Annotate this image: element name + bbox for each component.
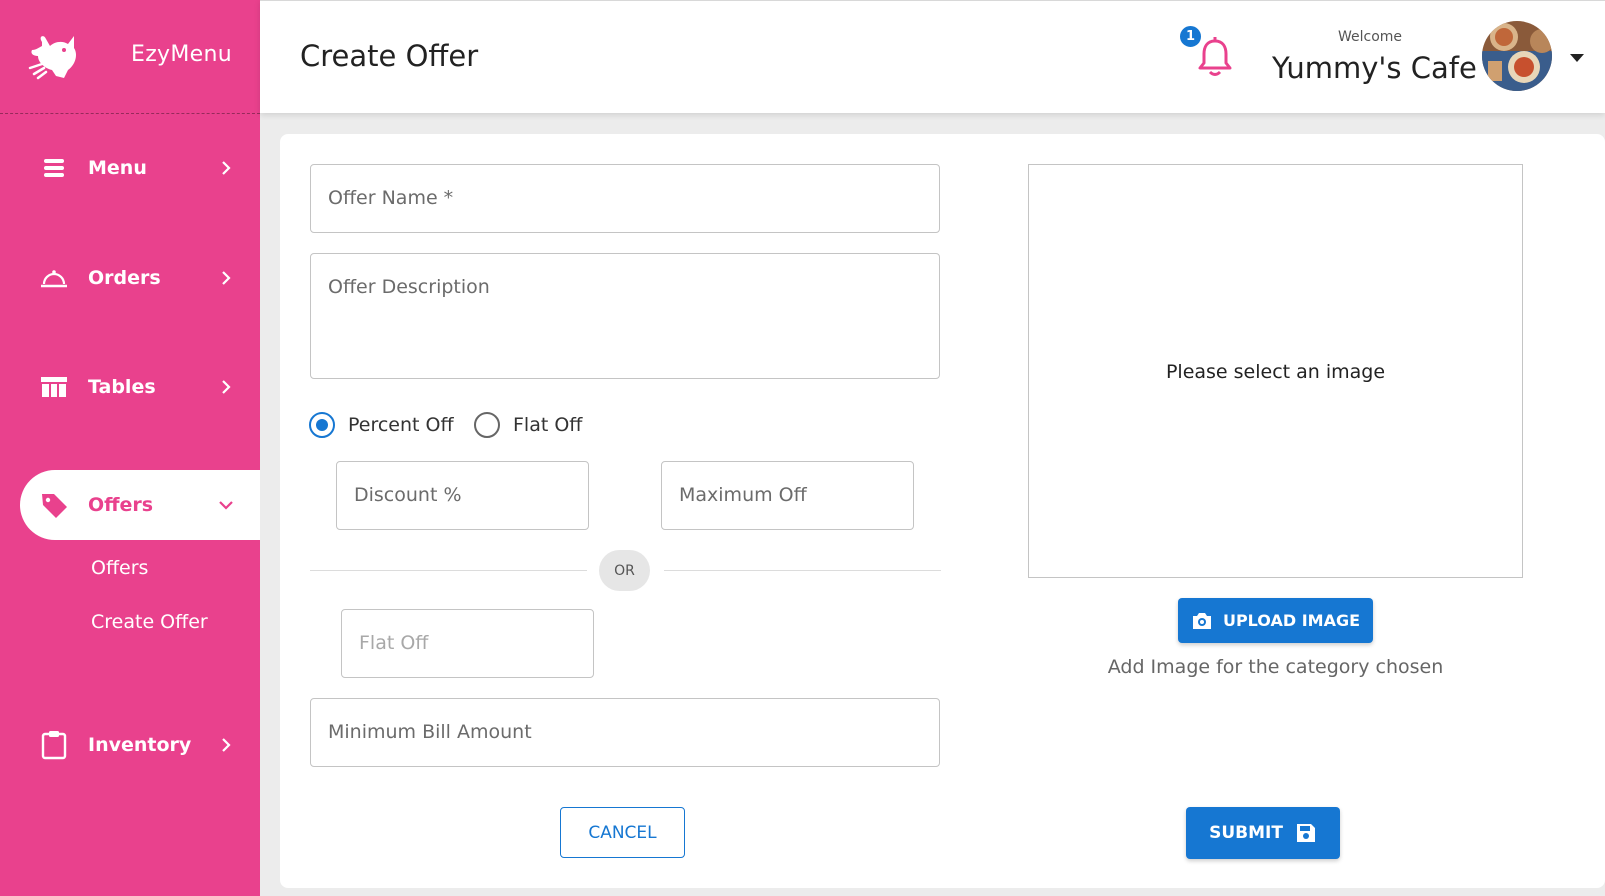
- chevron-right-icon: [222, 380, 231, 394]
- sidebar-item-label: Orders: [88, 267, 161, 289]
- sidebar-item-label: Menu: [88, 157, 147, 179]
- sidebar-subitem-offers[interactable]: Offers: [91, 557, 148, 579]
- image-preview: Please select an image: [1028, 164, 1523, 578]
- chevron-right-icon: [222, 161, 231, 175]
- sidebar-item-label: Offers: [88, 494, 154, 516]
- page-title: Create Offer: [300, 39, 479, 73]
- list-icon: [40, 154, 68, 182]
- divider-right: [664, 570, 941, 571]
- chevron-right-icon: [222, 738, 231, 752]
- submit-button[interactable]: SUBMIT: [1186, 807, 1340, 859]
- sidebar-item-offers[interactable]: Offers: [20, 470, 260, 540]
- user-name: Yummy's Cafe: [1272, 51, 1477, 85]
- cloche-icon: [40, 264, 68, 292]
- divider-left: [310, 570, 587, 571]
- sidebar-item-label: Tables: [88, 376, 156, 398]
- flat-off-radio[interactable]: [474, 412, 500, 438]
- sidebar-item-inventory[interactable]: Inventory: [20, 710, 260, 780]
- table-icon: [40, 373, 68, 401]
- discount-percent-field[interactable]: Discount %: [336, 461, 589, 530]
- flat-off-label[interactable]: Flat Off: [513, 414, 582, 436]
- discount-percent-placeholder: Discount %: [354, 484, 462, 506]
- percent-off-label[interactable]: Percent Off: [348, 414, 454, 436]
- cancel-button[interactable]: CANCEL: [560, 807, 685, 858]
- image-empty-message: Please select an image: [1165, 361, 1386, 383]
- flat-off-placeholder: Flat Off: [359, 632, 429, 654]
- chevron-right-icon: [222, 271, 231, 285]
- avatar[interactable]: [1482, 21, 1552, 91]
- caret-down-icon[interactable]: [1570, 54, 1584, 62]
- tag-icon: [40, 491, 68, 519]
- save-icon: [1296, 824, 1315, 842]
- maximum-off-placeholder: Maximum Off: [679, 484, 807, 506]
- logo-icon: [28, 36, 77, 80]
- notification-badge: 1: [1178, 24, 1203, 49]
- sidebar-item-tables[interactable]: Tables: [20, 352, 260, 422]
- or-chip: OR: [599, 550, 650, 591]
- sidebar-item-menu[interactable]: Menu: [20, 133, 260, 203]
- flat-off-field[interactable]: Flat Off: [341, 609, 594, 678]
- maximum-off-field[interactable]: Maximum Off: [661, 461, 914, 530]
- top-header: Create Offer 1 Welcome Yummy's Cafe: [260, 0, 1605, 113]
- sidebar-subitem-create-offer[interactable]: Create Offer: [91, 611, 208, 633]
- submit-label: SUBMIT: [1209, 823, 1283, 843]
- welcome-label: Welcome: [1338, 29, 1403, 45]
- sidebar-item-label: Inventory: [88, 734, 192, 756]
- minimum-bill-placeholder: Minimum Bill Amount: [328, 721, 532, 743]
- minimum-bill-field[interactable]: Minimum Bill Amount: [310, 698, 940, 767]
- brand-name: EzyMenu: [131, 42, 232, 67]
- avatar-image: [1482, 21, 1552, 91]
- sidebar-item-orders[interactable]: Orders: [20, 243, 260, 313]
- upload-image-button[interactable]: UPLOAD IMAGE: [1178, 598, 1373, 643]
- upload-image-label: UPLOAD IMAGE: [1222, 611, 1361, 630]
- percent-off-radio[interactable]: [309, 412, 335, 438]
- offer-description-field[interactable]: Offer Description: [310, 253, 940, 379]
- clipboard-icon: [40, 731, 68, 760]
- offer-description-placeholder: Offer Description: [328, 276, 490, 298]
- sidebar: EzyMenu Menu Orders Tables Offers Offers…: [0, 0, 260, 896]
- camera-icon: [1192, 612, 1211, 629]
- offer-name-placeholder: Offer Name *: [328, 187, 454, 209]
- brand-header[interactable]: EzyMenu: [0, 0, 260, 114]
- chevron-down-icon: [219, 501, 233, 510]
- image-helper-text: Add Image for the category chosen: [1107, 656, 1444, 678]
- offer-name-field[interactable]: Offer Name *: [310, 164, 940, 233]
